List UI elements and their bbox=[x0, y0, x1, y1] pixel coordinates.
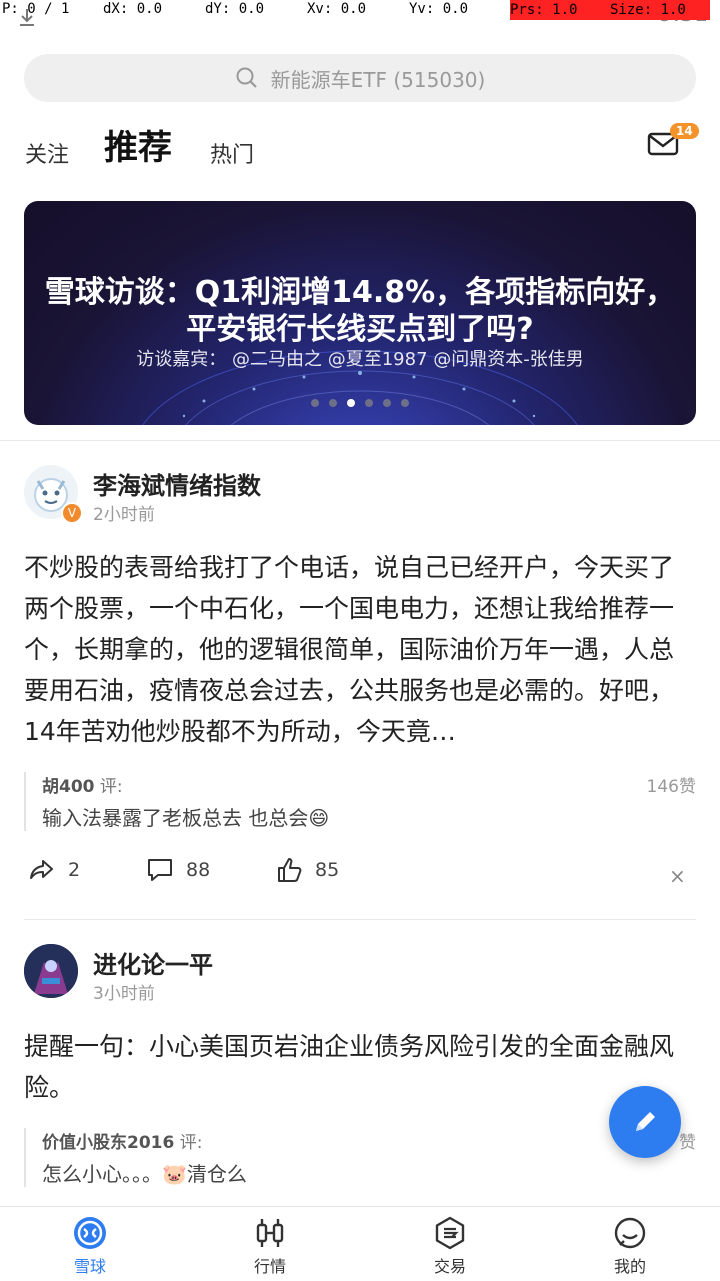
comment-text: 怎么小心。。。🐷清仓么 bbox=[42, 1162, 247, 1186]
carousel-dot bbox=[329, 399, 337, 407]
pointer-debug-bar: P: 0 / 1 dX: 0.0 dY: 0.0 Xv: 0.0 Yv: 0.0… bbox=[0, 0, 720, 20]
post-author[interactable]: 李海斌情绪指数 bbox=[93, 466, 261, 501]
avatar[interactable] bbox=[24, 944, 78, 998]
share-count: 2 bbox=[68, 859, 81, 881]
search-bar[interactable]: 新能源车ETF (515030) bbox=[24, 54, 696, 102]
nav-profile[interactable]: 我的 bbox=[540, 1207, 720, 1281]
post-body[interactable]: 不炒股的表哥给我打了个电话，说自己已经开户，今天买了两个股票，一个中石化，一个国… bbox=[24, 547, 696, 752]
thumbs-up-icon bbox=[278, 858, 302, 882]
bottom-nav: 雪球 行情 交易 我的 bbox=[0, 1206, 720, 1281]
carousel-dots bbox=[24, 399, 696, 407]
comment-icon bbox=[148, 859, 172, 881]
comment-text: 输入法暴露了老板总去 也总会😄 bbox=[42, 806, 330, 830]
post-body[interactable]: 提醒一句：小心美国页岩油企业债务风险引发的全面金融风险。 bbox=[24, 1026, 696, 1108]
banner-carousel[interactable]: 雪球访谈：Q1利润增14.8%，各项指标向好， 平安银行长线买点到了吗? 访谈嘉… bbox=[24, 201, 696, 425]
feed-tabs: 关注 推荐 热门 bbox=[0, 110, 720, 190]
search-icon bbox=[236, 67, 257, 88]
debug-yv: Yv: 0.0 bbox=[409, 1, 469, 17]
nav-trade[interactable]: 交易 bbox=[360, 1207, 540, 1281]
pencil-icon bbox=[636, 1112, 655, 1131]
share-icon bbox=[30, 860, 53, 879]
divider bbox=[0, 440, 720, 441]
debug-prs: Prs: 1.0 bbox=[510, 0, 610, 20]
debug-xv: Xv: 0.0 bbox=[307, 1, 367, 17]
mail-badge: 14 bbox=[670, 123, 699, 139]
search-placeholder: 新能源车ETF (515030) bbox=[270, 67, 486, 92]
comment-count: 88 bbox=[186, 859, 211, 881]
post-time: 3小时前 bbox=[93, 984, 155, 1004]
nav-snowball[interactable]: 雪球 bbox=[0, 1207, 180, 1281]
comment-user[interactable]: 价值小股东2016 bbox=[42, 1133, 174, 1153]
hot-comment[interactable]: 胡400 评: 146赞 输入法暴露了老板总去 也总会😄 bbox=[24, 772, 696, 831]
profile-icon bbox=[614, 1217, 646, 1249]
comment-suffix: 评: bbox=[94, 777, 123, 797]
compose-button[interactable] bbox=[609, 1086, 681, 1158]
carousel-dot-active bbox=[347, 399, 355, 407]
nav-market[interactable]: 行情 bbox=[180, 1207, 360, 1281]
banner-guests: 访谈嘉宾： @二马由之 @夏至1987 @问鼎资本-张佳男 bbox=[136, 349, 584, 370]
debug-size: Size: 1.0 bbox=[610, 0, 710, 20]
divider bbox=[24, 919, 696, 920]
like-count: 85 bbox=[315, 859, 340, 881]
carousel-dot bbox=[401, 399, 409, 407]
post-author[interactable]: 进化论一平 bbox=[93, 945, 213, 980]
like-button[interactable]: 85 bbox=[275, 856, 339, 884]
nav-label: 雪球 bbox=[73, 1257, 106, 1276]
banner-title-line2: 平安银行长线买点到了吗? bbox=[186, 312, 534, 347]
carousel-dot bbox=[311, 399, 319, 407]
tab-recommended[interactable]: 推荐 bbox=[104, 120, 172, 169]
comment-user[interactable]: 胡400 bbox=[42, 777, 95, 797]
dismiss-post-button[interactable]: × bbox=[669, 864, 686, 888]
post-time: 2小时前 bbox=[93, 505, 155, 525]
carousel-dot bbox=[365, 399, 373, 407]
debug-p: P: 0 / 1 bbox=[2, 1, 70, 17]
comment-button[interactable]: 88 bbox=[146, 856, 210, 884]
nav-label: 交易 bbox=[433, 1257, 466, 1276]
carousel-dot bbox=[383, 399, 391, 407]
debug-dx: dX: 0.0 bbox=[103, 1, 163, 17]
comment-suffix: 评: bbox=[174, 1133, 203, 1153]
tab-following[interactable]: 关注 bbox=[25, 137, 69, 169]
nav-label: 行情 bbox=[253, 1257, 286, 1276]
hot-comment[interactable]: 价值小股东2016 评: 赞 怎么小心。。。🐷清仓么 bbox=[24, 1128, 696, 1187]
trade-icon bbox=[435, 1216, 465, 1250]
share-button[interactable]: 2 bbox=[28, 856, 80, 884]
nav-label: 我的 bbox=[613, 1257, 646, 1276]
comment-likes: 赞 bbox=[679, 1133, 696, 1153]
post-actions: 2 88 85 × bbox=[0, 856, 720, 896]
candlestick-icon bbox=[256, 1219, 284, 1247]
verified-badge: V bbox=[61, 502, 83, 524]
tab-hot[interactable]: 热门 bbox=[210, 137, 254, 169]
comment-likes: 146赞 bbox=[646, 777, 696, 797]
debug-dy: dY: 0.0 bbox=[205, 1, 265, 17]
snowball-icon bbox=[74, 1217, 106, 1249]
